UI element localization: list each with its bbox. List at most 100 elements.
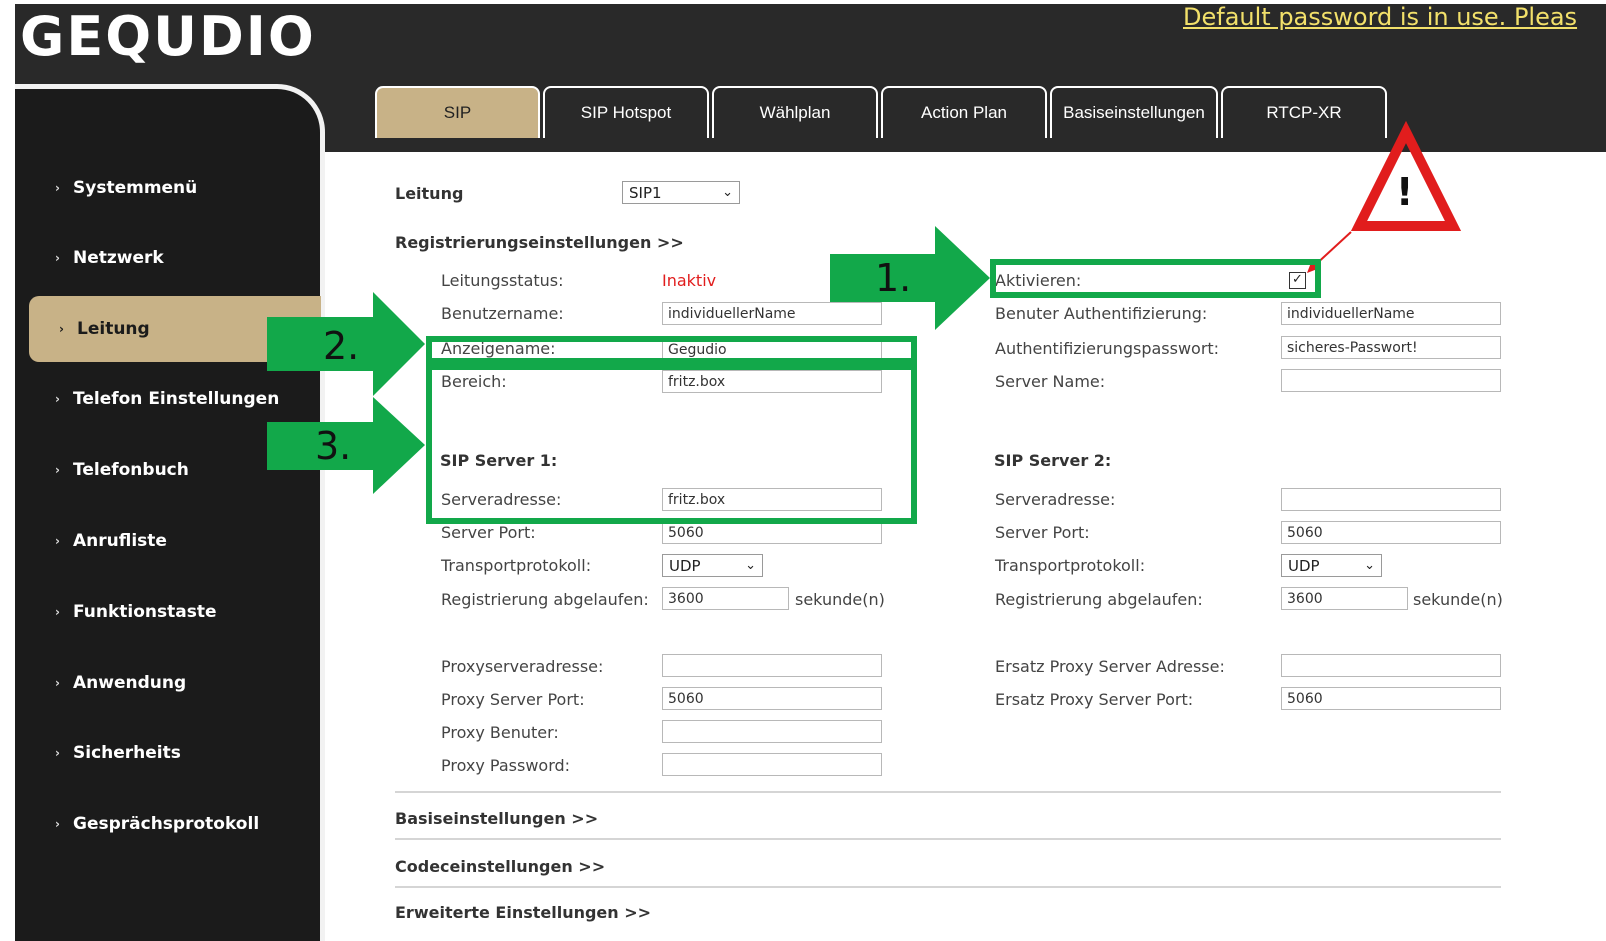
divider [395, 886, 1501, 888]
sidebar-item-telefon-einstellungen[interactable]: › Telefon Einstellungen [15, 367, 315, 431]
sip2-expire-field[interactable]: 3600 [1281, 587, 1408, 610]
divider [395, 838, 1501, 840]
sip2-transport-value: UDP [1288, 557, 1320, 575]
proxy-port-label: Proxy Server Port: [441, 690, 585, 709]
sip2-port-field[interactable]: 5060 [1281, 521, 1501, 544]
sidebar-item-anrufliste[interactable]: › Anrufliste [15, 509, 315, 573]
sidebar-item-label: Telefonbuch [73, 460, 189, 480]
sidebar-item-label: Sicherheits [73, 743, 181, 763]
sip1-expire-unit: sekunde(n) [795, 590, 885, 609]
sip-server-2-title: SIP Server 2: [994, 451, 1112, 470]
chevron-right-icon: › [55, 605, 60, 619]
sidebar-item-anwendung[interactable]: › Anwendung [15, 651, 315, 715]
line-status-value: Inaktiv [662, 271, 717, 290]
sip2-transport-label: Transportprotokoll: [995, 556, 1146, 575]
proxy-password-field[interactable] [662, 753, 882, 776]
sidebar-item-label: Netzwerk [73, 248, 164, 268]
auth-password-field[interactable]: sicheres-Passwort! [1281, 336, 1501, 359]
chevron-right-icon: › [59, 322, 64, 336]
sidebar-item-telefonbuch[interactable]: › Telefonbuch [15, 438, 315, 502]
sip1-transport-select[interactable]: UDP ⌄ [662, 554, 763, 577]
proxy-address-field[interactable] [662, 654, 882, 677]
chevron-down-icon: ⌄ [745, 558, 756, 573]
username-label: Benutzername: [441, 304, 564, 323]
sip1-port-label: Server Port: [441, 523, 536, 542]
section-basic-link[interactable]: Basiseinstellungen >> [395, 809, 598, 829]
proxy-password-label: Proxy Password: [441, 756, 571, 775]
tab-waehlplan[interactable]: Wählplan [712, 86, 878, 138]
tab-basiseinstellungen[interactable]: Basiseinstellungen [1050, 86, 1218, 138]
sip2-expire-label: Registrierung abgelaufen: [995, 590, 1203, 609]
proxy-address-label: Proxyserveradresse: [441, 657, 604, 676]
annotation-box-display-name [426, 336, 917, 364]
server-name-label: Server Name: [995, 372, 1106, 391]
sip2-transport-select[interactable]: UDP ⌄ [1281, 554, 1382, 577]
divider [395, 791, 1501, 793]
server-name-field[interactable] [1281, 369, 1501, 392]
sidebar-item-label: Telefon Einstellungen [73, 389, 280, 409]
chevron-right-icon: › [55, 463, 60, 477]
line-label: Leitung [395, 184, 464, 203]
chevron-right-icon: › [55, 392, 60, 406]
sip1-expire-label: Registrierung abgelaufen: [441, 590, 649, 609]
chevron-down-icon: ⌄ [722, 185, 733, 200]
sidebar-item-label: Anrufliste [73, 531, 167, 551]
annotation-step-1: 1. [875, 256, 912, 300]
sidebar-item-label: Gesprächsprotokoll [73, 814, 260, 834]
sidebar-item-sicherheits[interactable]: › Sicherheits [15, 721, 315, 785]
backup-proxy-port-field[interactable]: 5060 [1281, 687, 1501, 710]
sip2-port-label: Server Port: [995, 523, 1090, 542]
proxy-user-field[interactable] [662, 720, 882, 743]
sip1-transport-label: Transportprotokoll: [441, 556, 592, 575]
sip1-port-field[interactable]: 5060 [662, 521, 882, 544]
sip2-expire-unit: sekunde(n) [1413, 590, 1503, 609]
sidebar-item-label: Systemmenü [73, 178, 198, 198]
line-select-value: SIP1 [629, 184, 662, 202]
sip2-address-field[interactable] [1281, 488, 1501, 511]
line-status-label: Leitungsstatus: [441, 271, 564, 290]
chevron-right-icon: › [55, 534, 60, 548]
chevron-right-icon: › [55, 676, 60, 690]
backup-proxy-address-field[interactable] [1281, 654, 1501, 677]
line-select[interactable]: SIP1 ⌄ [622, 181, 740, 204]
tab-action-plan[interactable]: Action Plan [881, 86, 1047, 138]
annotation-box-sip-server [426, 364, 917, 524]
section-registration-link[interactable]: Registrierungseinstellungen >> [395, 233, 684, 253]
chevron-down-icon: ⌄ [1364, 558, 1375, 573]
tab-sip[interactable]: SIP [375, 86, 540, 138]
sidebar-item-systemmenue[interactable]: › Systemmenü [15, 156, 315, 220]
proxy-port-field[interactable]: 5060 [662, 687, 882, 710]
tab-rtcp-xr[interactable]: RTCP-XR [1221, 86, 1387, 138]
sidebar-item-funktionstaste[interactable]: › Funktionstaste [15, 580, 315, 644]
auth-password-label: Authentifizierungspasswort: [995, 339, 1220, 358]
annotation-step-2: 2. [323, 324, 360, 368]
tab-sip-hotspot[interactable]: SIP Hotspot [543, 86, 709, 138]
chevron-right-icon: › [55, 251, 60, 265]
chevron-right-icon: › [55, 746, 60, 760]
annotation-step-3: 3. [315, 424, 352, 468]
username-field[interactable]: individuellerName [662, 302, 882, 325]
backup-proxy-address-label: Ersatz Proxy Server Adresse: [995, 657, 1225, 676]
sidebar-item-leitung[interactable]: › Leitung [29, 296, 321, 362]
section-codec-link[interactable]: Codeceinstellungen >> [395, 857, 605, 877]
proxy-user-label: Proxy Benuter: [441, 723, 559, 742]
auth-user-label: Benuter Authentifizierung: [995, 304, 1208, 323]
sidebar-item-label: Anwendung [73, 673, 187, 693]
sidebar-item-netzwerk[interactable]: › Netzwerk [15, 226, 315, 290]
sidebar-item-label: Funktionstaste [73, 602, 217, 622]
sip1-transport-value: UDP [669, 557, 701, 575]
section-advanced-link[interactable]: Erweiterte Einstellungen >> [395, 903, 651, 923]
warning-exclamation-icon: ! [1396, 170, 1414, 214]
annotation-box-activate [990, 259, 1321, 298]
chevron-right-icon: › [55, 817, 60, 831]
logo: GEQUDIO [20, 5, 316, 68]
auth-user-field[interactable]: individuellerName [1281, 302, 1501, 325]
sidebar-item-gespraechsprotokoll[interactable]: › Gesprächsprotokoll [15, 792, 315, 856]
app-window: GEQUDIO Default password is in use. Plea… [15, 4, 1606, 941]
backup-proxy-port-label: Ersatz Proxy Server Port: [995, 690, 1194, 709]
sidebar-item-label: Leitung [77, 319, 150, 339]
default-password-warning-link[interactable]: Default password is in use. Pleas [1183, 4, 1577, 30]
chevron-right-icon: › [55, 181, 60, 195]
sip1-expire-field[interactable]: 3600 [662, 587, 789, 610]
sip2-address-label: Serveradresse: [995, 490, 1116, 509]
